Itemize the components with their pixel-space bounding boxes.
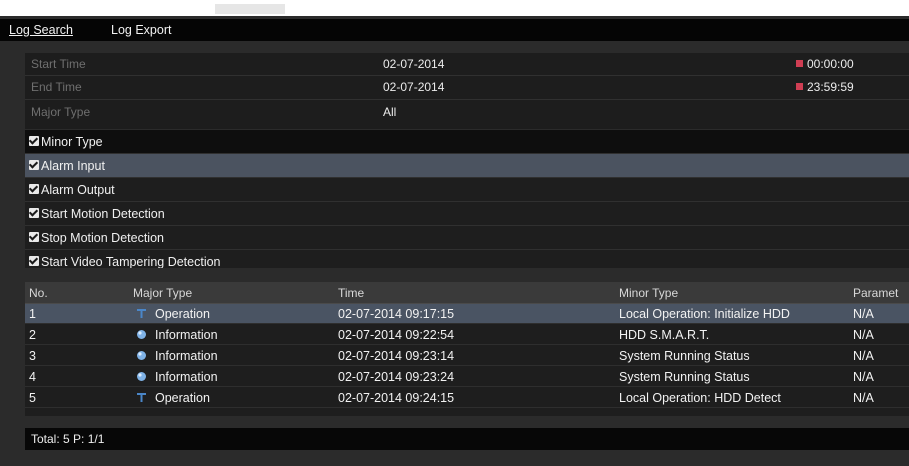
cell-no: 1: [29, 307, 36, 321]
major-type-select[interactable]: All: [383, 105, 396, 119]
start-time-row: Start Time 02-07-2014 00:00:00: [25, 55, 909, 73]
minor-type-item-label: Start Motion Detection: [41, 207, 165, 221]
cell-parameter: N/A: [853, 328, 874, 342]
cell-major-type: Operation: [155, 307, 210, 321]
cell-minor-type: Local Operation: Initialize HDD: [619, 307, 790, 321]
checkbox-checked-icon[interactable]: [29, 232, 39, 242]
minor-type-item[interactable]: Alarm Output: [25, 178, 909, 202]
column-header-major-type: Major Type: [133, 286, 193, 300]
cell-time: 02-07-2014 09:23:14: [338, 349, 455, 363]
cell-no: 3: [29, 349, 36, 363]
minor-type-header-label: Minor Type: [41, 135, 103, 149]
major-type-label: Major Type: [31, 105, 91, 119]
cell-no: 5: [29, 391, 36, 405]
checkbox-checked-icon[interactable]: [29, 184, 39, 194]
checkbox-checked-icon[interactable]: [29, 160, 39, 170]
operation-icon: [137, 393, 146, 402]
end-time-row: End Time 02-07-2014 23:59:59: [25, 78, 909, 96]
information-icon: [137, 330, 146, 339]
tab-log-search[interactable]: Log Search: [9, 23, 73, 37]
divider: [25, 75, 909, 76]
cell-time: 02-07-2014 09:17:15: [338, 307, 455, 321]
operation-icon: [137, 309, 146, 318]
minor-type-item-label: Alarm Input: [41, 159, 105, 173]
cell-no: 4: [29, 370, 36, 384]
cell-parameter: N/A: [853, 349, 874, 363]
top-strip: [0, 0, 909, 16]
minor-type-item-label: Alarm Output: [41, 183, 115, 197]
start-time-label: Start Time: [31, 57, 86, 71]
minor-type-header[interactable]: Minor Type: [25, 130, 909, 154]
end-time-label: End Time: [31, 80, 82, 94]
checkbox-checked-icon[interactable]: [29, 256, 39, 266]
table-row[interactable]: 3 Information 02-07-2014 09:23:14 System Ru…: [25, 346, 909, 366]
divider: [25, 99, 909, 100]
cell-no: 2: [29, 328, 36, 342]
cell-time: 02-07-2014 09:23:24: [338, 370, 455, 384]
column-header-minor-type: Minor Type: [619, 286, 679, 300]
cell-minor-type: System Running Status: [619, 370, 750, 384]
cell-parameter: N/A: [853, 370, 874, 384]
menu-tab-hint: [215, 4, 285, 14]
cell-major-type: Information: [155, 370, 218, 384]
cell-minor-type: Local Operation: HDD Detect: [619, 391, 781, 405]
minor-type-item-label: Start Video Tampering Detection: [41, 255, 221, 268]
column-header-time: Time: [338, 286, 365, 300]
table-row[interactable]: 1 Operation 02-07-2014 09:17:15 Local Opera…: [25, 304, 909, 324]
column-header-parameter: Paramet: [853, 286, 899, 300]
cell-parameter: N/A: [853, 307, 874, 321]
cell-major-type: Information: [155, 349, 218, 363]
table-header: No. Major Type Time Minor Type Paramet: [25, 282, 909, 304]
end-date-field[interactable]: 02-07-2014: [383, 80, 444, 94]
minor-type-item[interactable]: Alarm Input: [25, 154, 909, 178]
cell-parameter: N/A: [853, 391, 874, 405]
log-results-table: No. Major Type Time Minor Type Paramet 1…: [25, 282, 909, 416]
tab-log-export[interactable]: Log Export: [111, 23, 171, 37]
pagination-summary: Total: 5 P: 1/1: [31, 432, 105, 446]
checkbox-checked-icon[interactable]: [29, 136, 39, 146]
table-row[interactable]: 5 Operation 02-07-2014 09:24:15 Local Opera…: [25, 388, 909, 408]
cell-major-type: Information: [155, 328, 218, 342]
cell-major-type: Operation: [155, 391, 210, 405]
cell-time: 02-07-2014 09:24:15: [338, 391, 455, 405]
table-row[interactable]: 2 Information 02-07-2014 09:22:54 HDD S.M.A…: [25, 325, 909, 345]
major-type-row: Major Type All: [25, 103, 909, 121]
column-header-no: No.: [29, 286, 48, 300]
cell-minor-type: HDD S.M.A.R.T.: [619, 328, 710, 342]
checkbox-checked-icon[interactable]: [29, 208, 39, 218]
cell-minor-type: System Running Status: [619, 349, 750, 363]
minor-type-list: Minor Type Alarm Input Alarm Output Star…: [25, 130, 909, 268]
information-icon: [137, 351, 146, 360]
minor-type-item[interactable]: Start Video Tampering Detection: [25, 250, 909, 268]
minor-type-item[interactable]: Stop Motion Detection: [25, 226, 909, 250]
calendar-icon[interactable]: [796, 83, 803, 90]
information-icon: [137, 372, 146, 381]
results-footer: Total: 5 P: 1/1: [25, 428, 909, 450]
cell-time: 02-07-2014 09:22:54: [338, 328, 455, 342]
end-time-field[interactable]: 23:59:59: [807, 80, 854, 94]
tab-bar: Log Search Log Export: [0, 19, 909, 41]
search-form: Start Time 02-07-2014 00:00:00 End Time …: [25, 53, 909, 129]
start-time-field[interactable]: 00:00:00: [807, 57, 854, 71]
minor-type-item[interactable]: Start Motion Detection: [25, 202, 909, 226]
minor-type-item-label: Stop Motion Detection: [41, 231, 164, 245]
start-date-field[interactable]: 02-07-2014: [383, 57, 444, 71]
calendar-icon[interactable]: [796, 60, 803, 67]
table-row[interactable]: 4 Information 02-07-2014 09:23:24 System Ru…: [25, 367, 909, 387]
